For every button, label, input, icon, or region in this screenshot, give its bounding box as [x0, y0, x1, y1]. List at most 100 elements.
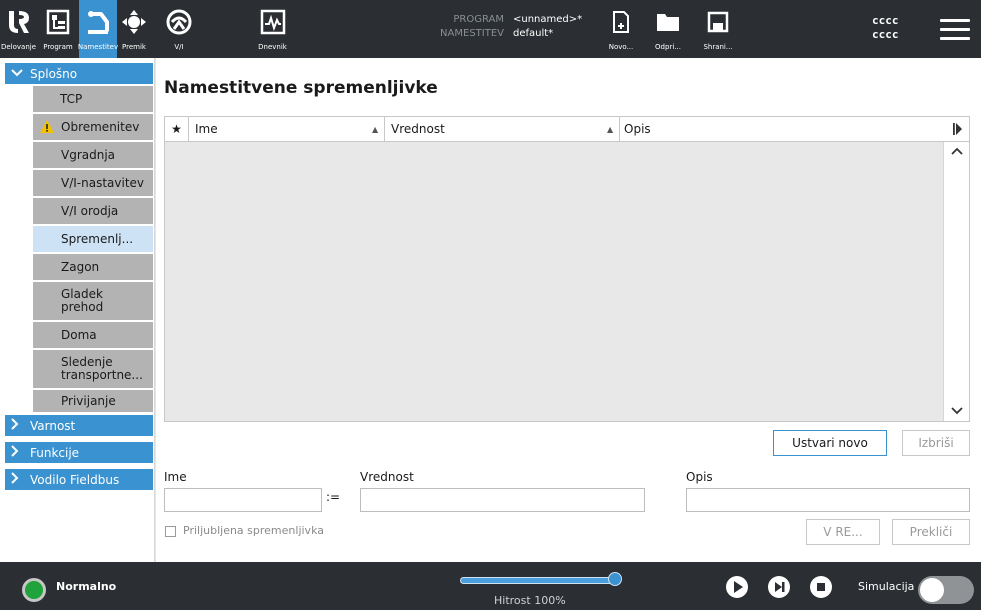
description-field[interactable]: [686, 488, 970, 512]
scroll-down-icon[interactable]: [951, 404, 963, 418]
save-disk-icon: [703, 7, 733, 37]
tab-io[interactable]: V/I: [151, 0, 207, 58]
sidebar-item-conveyor-tracking[interactable]: Sledenje transportne...: [33, 350, 153, 388]
tab-program[interactable]: Program: [37, 0, 79, 58]
apply-button[interactable]: V RE...: [806, 519, 880, 545]
new-button[interactable]: Novo...: [603, 0, 639, 58]
open-button[interactable]: Odpri...: [650, 0, 686, 58]
tab-installation-label: Namestitev: [77, 43, 119, 51]
stop-button[interactable]: [810, 576, 832, 598]
sidebar-item-mounting[interactable]: Vgradnja: [33, 142, 153, 168]
section-general-label: Splošno: [30, 66, 78, 81]
table-header: ★ Ime ▲ Vrednost ▲ Opis: [165, 117, 969, 142]
new-button-label: Novo...: [608, 43, 634, 51]
sidebar-item-label: Gladek prehod: [61, 287, 104, 314]
column-header-value[interactable]: Vrednost ▲: [385, 117, 620, 141]
sidebar-item-label: Obremenitev: [61, 119, 140, 134]
column-header-description[interactable]: Opis: [620, 117, 947, 141]
sidebar-item-home[interactable]: Doma: [33, 322, 153, 348]
hamburger-menu-icon[interactable]: [940, 19, 970, 41]
ur-logo-icon: [4, 7, 34, 37]
sidebar-item-label: Spremenlj...: [61, 231, 134, 246]
tab-log-label: Dnevnik: [258, 43, 287, 51]
sidebar-item-tool-io[interactable]: V/I orodja: [33, 198, 153, 224]
cancel-button[interactable]: Prekliči: [892, 519, 970, 545]
section-features-label: Funkcije: [30, 445, 80, 460]
new-file-icon: [606, 7, 636, 37]
robot-status: Normalno: [56, 580, 117, 593]
table-scrollbar[interactable]: [943, 142, 969, 421]
star-icon: ★: [171, 122, 182, 136]
sidebar-item-label: Zagon: [61, 259, 100, 274]
toggle-knob: [920, 578, 944, 602]
installation-label: NAMESTITEV: [440, 28, 504, 39]
page-title: Namestitvene spremenljivke: [164, 78, 438, 98]
assign-operator: :=: [326, 490, 341, 504]
name-field[interactable]: [164, 488, 322, 512]
tab-run[interactable]: Delovanje: [0, 0, 37, 58]
bottom-bar: Normalno Hitrost 100% Simulacija: [0, 562, 981, 610]
scroll-up-icon[interactable]: [951, 144, 963, 158]
sidebar-item-io-setup[interactable]: V/I-nastavitev: [33, 170, 153, 196]
speed-slider-handle[interactable]: [608, 572, 622, 586]
sidebar-item-label: Vgradnja: [61, 147, 116, 162]
user-line-1: cccc: [872, 14, 899, 27]
program-name: <unnamed>*: [513, 14, 583, 25]
sidebar-item-payload[interactable]: Obremenitev: [33, 114, 153, 140]
tab-installation[interactable]: Namestitev: [77, 0, 119, 58]
main-panel: Namestitvene spremenljivke ★ Ime ▲ Vredno…: [156, 58, 981, 562]
sidebar-item-startup[interactable]: Zagon: [33, 254, 153, 280]
sidebar-item-label: V/I orodja: [61, 203, 119, 218]
program-info-values: <unnamed>* default*: [513, 13, 582, 41]
section-safety-label: Varnost: [30, 418, 76, 433]
tab-move[interactable]: Premik: [117, 0, 151, 58]
save-button-label: Shrani...: [703, 43, 733, 51]
column-header-label: Ime: [195, 122, 218, 136]
play-button[interactable]: [726, 576, 748, 598]
sidebar-item-label: TCP: [60, 91, 83, 106]
save-button[interactable]: Shrani...: [700, 0, 736, 58]
play-icon: [734, 581, 743, 593]
column-chooser-icon[interactable]: [947, 117, 969, 141]
sort-asc-icon: ▲: [607, 124, 614, 134]
step-icon: [775, 582, 785, 592]
tab-log[interactable]: Dnevnik: [250, 0, 295, 58]
column-header-name[interactable]: Ime ▲: [189, 117, 385, 141]
section-fieldbus[interactable]: Vodilo Fieldbus: [5, 469, 153, 490]
column-header-label: Vrednost: [391, 122, 445, 136]
sidebar-item-label: Doma: [61, 327, 97, 342]
open-button-label: Odpri...: [655, 43, 681, 51]
sidebar-item-smooth-transition[interactable]: Gladek prehod: [33, 282, 153, 320]
sidebar-item-variables[interactable]: Spremenlj...: [33, 226, 153, 252]
speed-slider[interactable]: [460, 577, 615, 584]
sidebar-item-label: Sledenje transportne...: [61, 355, 143, 382]
tab-program-label: Program: [43, 43, 73, 51]
move-arrows-icon: [119, 7, 149, 37]
section-safety[interactable]: Varnost: [5, 415, 153, 436]
value-field[interactable]: [360, 488, 645, 512]
stop-icon: [817, 583, 825, 591]
section-fieldbus-label: Vodilo Fieldbus: [30, 472, 120, 487]
tab-move-label: Premik: [122, 43, 146, 51]
column-header-favorite[interactable]: ★: [165, 117, 189, 141]
delete-button[interactable]: Izbriši: [902, 430, 970, 456]
open-folder-icon: [653, 7, 683, 37]
step-button[interactable]: [768, 576, 790, 598]
section-general[interactable]: Splošno: [5, 63, 153, 84]
sort-asc-icon: ▲: [372, 124, 379, 134]
installation-robot-icon: [83, 7, 113, 37]
create-new-button[interactable]: Ustvari novo: [773, 430, 887, 456]
section-features[interactable]: Funkcije: [5, 442, 153, 463]
sidebar-item-label: Privijanje: [61, 393, 116, 408]
favorite-checkbox[interactable]: [165, 526, 176, 537]
io-icon: [164, 7, 194, 37]
value-label: Vrednost: [360, 470, 414, 484]
log-icon: [258, 7, 288, 37]
status-indicator-icon[interactable]: [22, 578, 46, 602]
sidebar-item-tcp[interactable]: TCP: [33, 86, 153, 112]
chevron-right-icon: [11, 418, 25, 433]
sidebar-item-screwdriving[interactable]: Privijanje: [33, 390, 153, 412]
program-tree-icon: [43, 7, 73, 37]
top-bar: Delovanje Program Namestitev Premik V/I …: [0, 0, 981, 58]
simulation-toggle[interactable]: [918, 576, 974, 604]
